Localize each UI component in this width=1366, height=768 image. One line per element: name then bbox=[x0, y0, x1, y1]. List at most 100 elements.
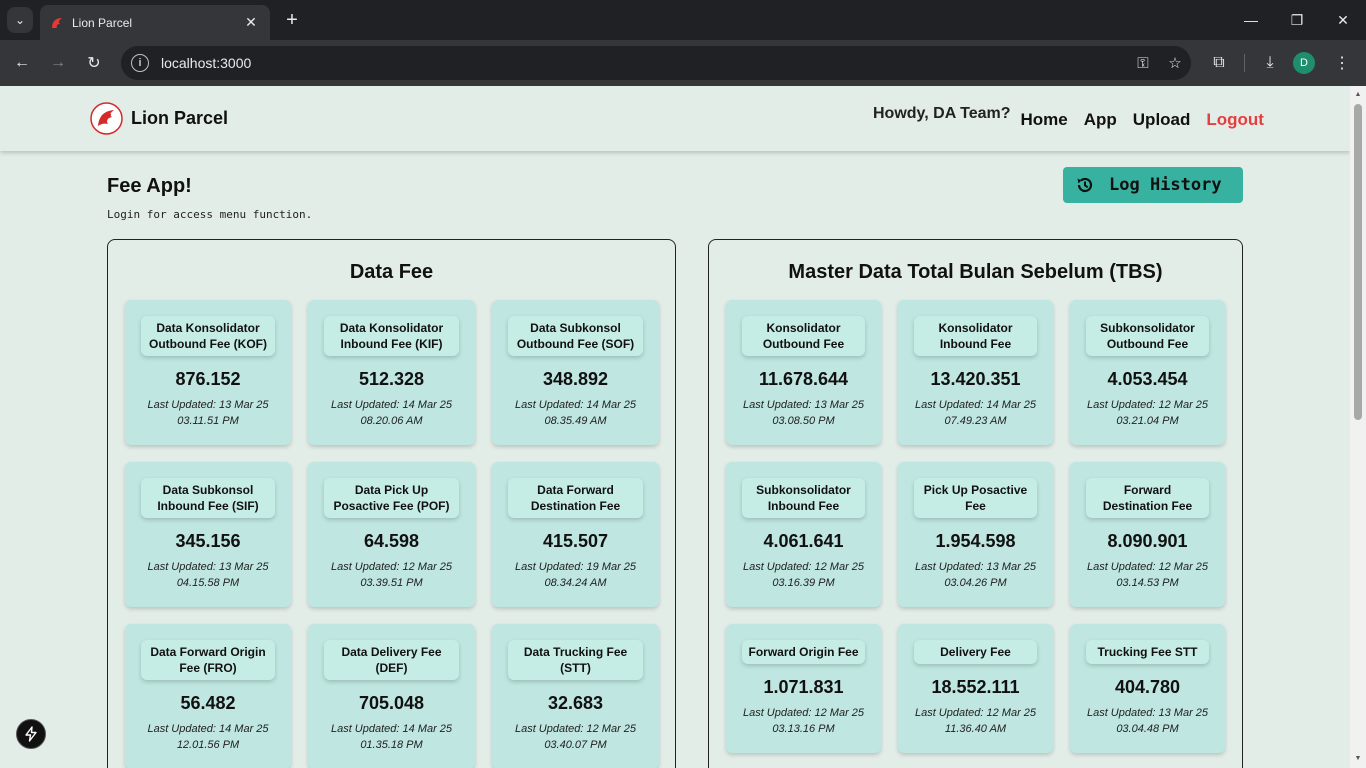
close-window-icon[interactable]: ✕ bbox=[1320, 0, 1366, 40]
close-tab-icon[interactable]: ✕ bbox=[242, 14, 260, 31]
card-value: 4.061.641 bbox=[763, 531, 844, 551]
tbs-card-subkonsolidator-inbound[interactable]: Subkonsolidator Inbound Fee 4.061.641 La… bbox=[726, 462, 881, 607]
fee-card-kif[interactable]: Data Konsolidator Inbound Fee (KIF) 512.… bbox=[308, 300, 475, 445]
card-updated-date: Last Updated: 13 Mar 25 bbox=[147, 561, 269, 573]
download-icon[interactable]: ⤓ bbox=[1255, 54, 1285, 72]
profile-avatar[interactable]: D bbox=[1293, 52, 1315, 74]
scroll-up-icon[interactable]: ▲ bbox=[1350, 88, 1366, 102]
nav-upload-link[interactable]: Upload bbox=[1133, 110, 1191, 130]
card-label: Delivery Fee bbox=[914, 640, 1037, 664]
card-updated-date: Last Updated: 14 Mar 25 bbox=[514, 399, 637, 411]
toolbar-actions: ⧉ ⤓ D ⋮ bbox=[1204, 40, 1357, 86]
card-updated-date: Last Updated: 13 Mar 25 bbox=[1086, 707, 1209, 719]
card-value: 404.780 bbox=[1114, 677, 1181, 697]
password-key-icon[interactable]: ⚿ bbox=[1127, 55, 1159, 72]
page-title: Fee App! bbox=[107, 175, 192, 197]
card-updated-time: 07.49.23 AM bbox=[944, 415, 1007, 427]
card-value: 4.053.454 bbox=[1107, 369, 1188, 389]
tbs-card-konsolidator-inbound[interactable]: Konsolidator Inbound Fee 13.420.351 Last… bbox=[898, 300, 1053, 445]
card-updated-date: Last Updated: 14 Mar 25 bbox=[330, 723, 453, 735]
browser-tabstrip: ⌄ Lion Parcel ✕ + ― ❐ ✕ bbox=[0, 0, 1366, 40]
card-updated-date: Last Updated: 14 Mar 25 bbox=[147, 723, 269, 735]
card-updated: Last Updated: 19 Mar 25 08.34.24 AM bbox=[498, 559, 653, 591]
url-text[interactable]: localhost:3000 bbox=[161, 55, 1127, 71]
tbs-card-subkonsolidator-outbound[interactable]: Subkonsolidator Outbound Fee 4.053.454 L… bbox=[1070, 300, 1225, 445]
card-updated: Last Updated: 12 Mar 25 03.13.16 PM bbox=[732, 705, 875, 737]
card-updated-time: 08.34.24 AM bbox=[544, 577, 607, 589]
card-updated: Last Updated: 14 Mar 25 08.35.49 AM bbox=[498, 397, 653, 429]
card-updated-date: Last Updated: 12 Mar 25 bbox=[742, 707, 865, 719]
extensions-icon[interactable]: ⧉ bbox=[1204, 54, 1234, 72]
nav-app-link[interactable]: App bbox=[1084, 110, 1117, 130]
card-updated: Last Updated: 12 Mar 25 03.16.39 PM bbox=[732, 559, 875, 591]
card-updated-time: 03.40.07 PM bbox=[544, 739, 607, 751]
lightning-bolt-icon bbox=[25, 726, 37, 742]
card-updated-date: Last Updated: 12 Mar 25 bbox=[914, 707, 1037, 719]
tbs-card-forward-origin[interactable]: Forward Origin Fee 1.071.831 Last Update… bbox=[726, 624, 881, 753]
nav-logout-link[interactable]: Logout bbox=[1206, 110, 1264, 130]
address-bar[interactable]: i localhost:3000 ⚿ ☆ bbox=[121, 46, 1191, 80]
tbs-card-forward-destination[interactable]: Forward Destination Fee 8.090.901 Last U… bbox=[1070, 462, 1225, 607]
forward-arrow-icon[interactable]: → bbox=[46, 51, 70, 75]
card-updated: Last Updated: 14 Mar 25 08.20.06 AM bbox=[314, 397, 469, 429]
card-updated-time: 03.13.16 PM bbox=[772, 723, 835, 735]
fee-card-def[interactable]: Data Delivery Fee (DEF) 705.048 Last Upd… bbox=[308, 624, 475, 768]
more-menu-icon[interactable]: ⋮ bbox=[1327, 53, 1357, 73]
fee-card-kof[interactable]: Data Konsolidator Outbound Fee (KOF) 876… bbox=[125, 300, 291, 445]
fee-card-forward-destination[interactable]: Data Forward Destination Fee 415.507 Las… bbox=[492, 462, 659, 607]
site-info-icon[interactable]: i bbox=[131, 54, 149, 72]
tbs-card-pick-up-posactive[interactable]: Pick Up Posactive Fee 1.954.598 Last Upd… bbox=[898, 462, 1053, 607]
browser-tab[interactable]: Lion Parcel ✕ bbox=[40, 5, 270, 40]
card-label: Data Delivery Fee (DEF) bbox=[324, 640, 459, 680]
scroll-down-icon[interactable]: ▼ bbox=[1350, 752, 1366, 766]
card-updated-time: 03.11.51 PM bbox=[177, 415, 239, 427]
greeting-text: Howdy, DA Team? bbox=[873, 105, 1011, 122]
tbs-card-trucking-stt[interactable]: Trucking Fee STT 404.780 Last Updated: 1… bbox=[1070, 624, 1225, 753]
card-updated-date: Last Updated: 12 Mar 25 bbox=[1086, 561, 1209, 573]
nav-home-link[interactable]: Home bbox=[1021, 110, 1068, 130]
card-label: Data Subkonsol Inbound Fee (SIF) bbox=[141, 478, 275, 518]
back-arrow-icon[interactable]: ← bbox=[10, 51, 34, 75]
bookmark-star-icon[interactable]: ☆ bbox=[1159, 54, 1191, 72]
page-viewport: Lion Parcel Howdy, DA Team? Home App Upl… bbox=[0, 86, 1366, 768]
page-subtitle: Login for access menu function. bbox=[107, 208, 313, 221]
card-value: 13.420.351 bbox=[930, 369, 1021, 389]
brand-name: Lion Parcel bbox=[131, 108, 229, 128]
brand[interactable]: Lion Parcel bbox=[90, 102, 228, 135]
card-updated-date: Last Updated: 13 Mar 25 bbox=[914, 561, 1037, 573]
minimize-icon[interactable]: ― bbox=[1228, 0, 1274, 40]
scrollbar-thumb[interactable] bbox=[1354, 104, 1362, 420]
card-updated: Last Updated: 13 Mar 25 03.11.51 PM bbox=[131, 397, 285, 429]
card-updated: Last Updated: 12 Mar 25 03.14.53 PM bbox=[1076, 559, 1219, 591]
restore-icon[interactable]: ❐ bbox=[1274, 0, 1320, 40]
dev-tools-button[interactable] bbox=[16, 719, 46, 749]
card-label: Data Konsolidator Outbound Fee (KOF) bbox=[141, 316, 275, 356]
log-history-label: Log History bbox=[1109, 175, 1222, 195]
tab-search-button[interactable]: ⌄ bbox=[7, 7, 33, 33]
card-updated-time: 04.15.58 PM bbox=[176, 577, 240, 589]
tab-title: Lion Parcel bbox=[72, 15, 133, 30]
page-scrollbar[interactable]: ▲ ▼ bbox=[1350, 86, 1366, 768]
fee-card-sof[interactable]: Data Subkonsol Outbound Fee (SOF) 348.89… bbox=[492, 300, 659, 445]
new-tab-button[interactable]: + bbox=[281, 9, 303, 31]
card-updated-time: 03.16.39 PM bbox=[772, 577, 835, 589]
card-label: Data Pick Up Posactive Fee (POF) bbox=[324, 478, 459, 518]
card-value: 415.507 bbox=[542, 531, 609, 551]
card-value: 8.090.901 bbox=[1107, 531, 1188, 551]
card-updated-time: 03.08.50 PM bbox=[772, 415, 835, 427]
master-tbs-panel: Master Data Total Bulan Sebelum (TBS) Ko… bbox=[708, 239, 1243, 768]
fee-card-fro[interactable]: Data Forward Origin Fee (FRO) 56.482 Las… bbox=[125, 624, 291, 768]
card-value: 56.482 bbox=[180, 693, 236, 713]
tbs-card-delivery[interactable]: Delivery Fee 18.552.111 Last Updated: 12… bbox=[898, 624, 1053, 753]
fee-card-sif[interactable]: Data Subkonsol Inbound Fee (SIF) 345.156… bbox=[125, 462, 291, 607]
card-updated-date: Last Updated: 13 Mar 25 bbox=[742, 399, 865, 411]
reload-icon[interactable]: ↻ bbox=[82, 51, 106, 75]
card-label: Data Konsolidator Inbound Fee (KIF) bbox=[324, 316, 459, 356]
tbs-card-konsolidator-outbound[interactable]: Konsolidator Outbound Fee 11.678.644 Las… bbox=[726, 300, 881, 445]
fee-card-pof[interactable]: Data Pick Up Posactive Fee (POF) 64.598 … bbox=[308, 462, 475, 607]
card-updated-date: Last Updated: 12 Mar 25 bbox=[330, 561, 453, 573]
fee-card-stt[interactable]: Data Trucking Fee (STT) 32.683 Last Upda… bbox=[492, 624, 659, 768]
card-updated: Last Updated: 12 Mar 25 03.21.04 PM bbox=[1076, 397, 1219, 429]
card-label: Subkonsolidator Inbound Fee bbox=[742, 478, 865, 518]
log-history-button[interactable]: Log History bbox=[1063, 167, 1243, 203]
